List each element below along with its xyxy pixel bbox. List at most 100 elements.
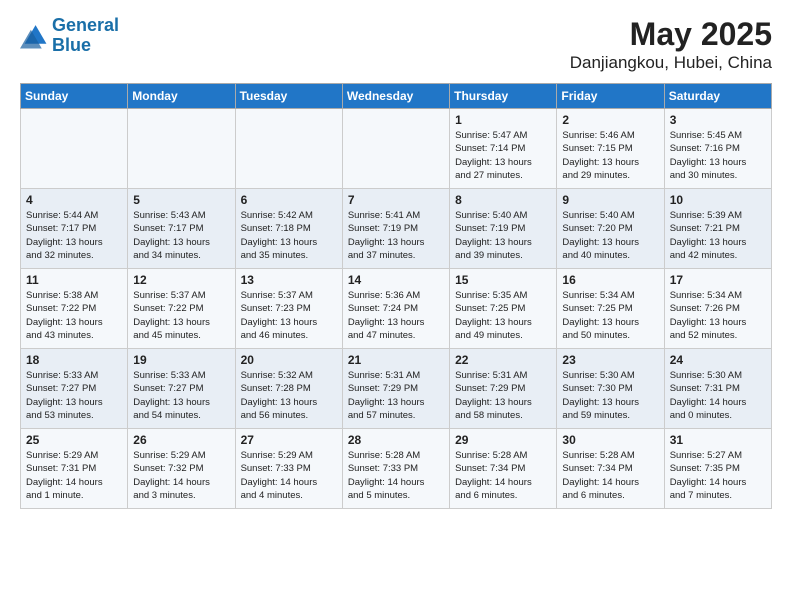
calendar-cell: 10Sunrise: 5:39 AM Sunset: 7:21 PM Dayli…: [664, 189, 771, 269]
calendar-cell: 21Sunrise: 5:31 AM Sunset: 7:29 PM Dayli…: [342, 349, 449, 429]
page: General Blue May 2025 Danjiangkou, Hubei…: [0, 0, 792, 525]
calendar-cell: 20Sunrise: 5:32 AM Sunset: 7:28 PM Dayli…: [235, 349, 342, 429]
day-number: 3: [670, 113, 766, 127]
calendar-cell: [128, 109, 235, 189]
cell-info: Sunrise: 5:44 AM Sunset: 7:17 PM Dayligh…: [26, 209, 122, 262]
day-number: 23: [562, 353, 658, 367]
cell-info: Sunrise: 5:27 AM Sunset: 7:35 PM Dayligh…: [670, 449, 766, 502]
calendar-cell: 15 Sunrise: 5:35 AM Sunset: 7:25 PM Dayli…: [450, 269, 557, 349]
calendar-cell: 1 Sunrise: 5:47 AM Sunset: 7:14 PM Daylig…: [450, 109, 557, 189]
day-number: 12: [133, 273, 229, 287]
weekday-header-saturday: Saturday: [664, 84, 771, 109]
day-number: 1: [455, 113, 551, 127]
day-number: 19: [133, 353, 229, 367]
cell-info: Sunrise: 5:34 AM Sunset: 7:25 PM Dayligh…: [562, 289, 658, 342]
calendar-cell: 27 Sunrise: 5:29 AM Sunset: 7:33 PM Dayli…: [235, 429, 342, 509]
weekday-header-sunday: Sunday: [21, 84, 128, 109]
calendar-cell: 12 Sunrise: 5:37 AM Sunset: 7:22 PM Dayli…: [128, 269, 235, 349]
calendar-cell: 2Sunrise: 5:46 AM Sunset: 7:15 PM Daylig…: [557, 109, 664, 189]
title-block: May 2025 Danjiangkou, Hubei, China: [570, 16, 772, 73]
day-number: 13: [241, 273, 337, 287]
calendar-week-5: 25 Sunrise: 5:29 AM Sunset: 7:31 PM Dayli…: [21, 429, 772, 509]
location-title: Danjiangkou, Hubei, China: [570, 53, 772, 73]
calendar-cell: 18 Sunrise: 5:33 AM Sunset: 7:27 PM Dayli…: [21, 349, 128, 429]
weekday-header-wednesday: Wednesday: [342, 84, 449, 109]
cell-info: Sunrise: 5:29 AM Sunset: 7:32 PM Dayligh…: [133, 449, 229, 502]
cell-info: Sunrise: 5:37 AM Sunset: 7:22 PM Dayligh…: [133, 289, 229, 342]
cell-info: Sunrise: 5:35 AM Sunset: 7:25 PM Dayligh…: [455, 289, 551, 342]
day-number: 31: [670, 433, 766, 447]
calendar-cell: 3Sunrise: 5:45 AM Sunset: 7:16 PM Daylig…: [664, 109, 771, 189]
cell-info: Sunrise: 5:47 AM Sunset: 7:14 PM Dayligh…: [455, 129, 551, 182]
day-number: 26: [133, 433, 229, 447]
day-number: 15: [455, 273, 551, 287]
calendar-cell: 30 Sunrise: 5:28 AM Sunset: 7:34 PM Dayli…: [557, 429, 664, 509]
cell-info: Sunrise: 5:42 AM Sunset: 7:18 PM Dayligh…: [241, 209, 337, 262]
calendar-cell: 6 Sunrise: 5:42 AM Sunset: 7:18 PM Daylig…: [235, 189, 342, 269]
weekday-header-row: SundayMondayTuesdayWednesdayThursdayFrid…: [21, 84, 772, 109]
calendar-cell: 29 Sunrise: 5:28 AM Sunset: 7:34 PM Dayli…: [450, 429, 557, 509]
weekday-header-thursday: Thursday: [450, 84, 557, 109]
calendar-cell: 4 Sunrise: 5:44 AM Sunset: 7:17 PM Daylig…: [21, 189, 128, 269]
calendar-cell: 22Sunrise: 5:31 AM Sunset: 7:29 PM Dayli…: [450, 349, 557, 429]
day-number: 18: [26, 353, 122, 367]
day-number: 10: [670, 193, 766, 207]
cell-info: Sunrise: 5:40 AM Sunset: 7:20 PM Dayligh…: [562, 209, 658, 262]
logo-text: General Blue: [52, 16, 119, 56]
calendar-week-3: 11 Sunrise: 5:38 AM Sunset: 7:22 PM Dayli…: [21, 269, 772, 349]
cell-info: Sunrise: 5:28 AM Sunset: 7:34 PM Dayligh…: [455, 449, 551, 502]
calendar-week-4: 18 Sunrise: 5:33 AM Sunset: 7:27 PM Dayli…: [21, 349, 772, 429]
calendar-table: SundayMondayTuesdayWednesdayThursdayFrid…: [20, 83, 772, 509]
day-number: 4: [26, 193, 122, 207]
cell-info: Sunrise: 5:46 AM Sunset: 7:15 PM Dayligh…: [562, 129, 658, 182]
weekday-header-tuesday: Tuesday: [235, 84, 342, 109]
day-number: 30: [562, 433, 658, 447]
day-number: 9: [562, 193, 658, 207]
day-number: 6: [241, 193, 337, 207]
calendar-cell: [21, 109, 128, 189]
calendar-cell: 19Sunrise: 5:33 AM Sunset: 7:27 PM Dayli…: [128, 349, 235, 429]
cell-info: Sunrise: 5:40 AM Sunset: 7:19 PM Dayligh…: [455, 209, 551, 262]
month-title: May 2025: [570, 16, 772, 53]
calendar-week-1: 1 Sunrise: 5:47 AM Sunset: 7:14 PM Daylig…: [21, 109, 772, 189]
calendar-cell: [342, 109, 449, 189]
calendar-cell: [235, 109, 342, 189]
logo: General Blue: [20, 16, 119, 56]
cell-info: Sunrise: 5:38 AM Sunset: 7:22 PM Dayligh…: [26, 289, 122, 342]
day-number: 22: [455, 353, 551, 367]
cell-info: Sunrise: 5:29 AM Sunset: 7:31 PM Dayligh…: [26, 449, 122, 502]
calendar-cell: 5Sunrise: 5:43 AM Sunset: 7:17 PM Daylig…: [128, 189, 235, 269]
weekday-header-monday: Monday: [128, 84, 235, 109]
cell-info: Sunrise: 5:33 AM Sunset: 7:27 PM Dayligh…: [26, 369, 122, 422]
calendar-week-2: 4 Sunrise: 5:44 AM Sunset: 7:17 PM Daylig…: [21, 189, 772, 269]
weekday-header-friday: Friday: [557, 84, 664, 109]
day-number: 25: [26, 433, 122, 447]
calendar-cell: 13 Sunrise: 5:37 AM Sunset: 7:23 PM Dayli…: [235, 269, 342, 349]
day-number: 11: [26, 273, 122, 287]
cell-info: Sunrise: 5:29 AM Sunset: 7:33 PM Dayligh…: [241, 449, 337, 502]
calendar-cell: 9 Sunrise: 5:40 AM Sunset: 7:20 PM Daylig…: [557, 189, 664, 269]
calendar-cell: 28Sunrise: 5:28 AM Sunset: 7:33 PM Dayli…: [342, 429, 449, 509]
cell-info: Sunrise: 5:28 AM Sunset: 7:34 PM Dayligh…: [562, 449, 658, 502]
calendar-cell: 14Sunrise: 5:36 AM Sunset: 7:24 PM Dayli…: [342, 269, 449, 349]
calendar-cell: 26 Sunrise: 5:29 AM Sunset: 7:32 PM Dayli…: [128, 429, 235, 509]
calendar-cell: 17Sunrise: 5:34 AM Sunset: 7:26 PM Dayli…: [664, 269, 771, 349]
day-number: 29: [455, 433, 551, 447]
day-number: 8: [455, 193, 551, 207]
calendar-cell: 8 Sunrise: 5:40 AM Sunset: 7:19 PM Daylig…: [450, 189, 557, 269]
logo-line2: Blue: [52, 36, 119, 56]
cell-info: Sunrise: 5:31 AM Sunset: 7:29 PM Dayligh…: [348, 369, 444, 422]
cell-info: Sunrise: 5:43 AM Sunset: 7:17 PM Dayligh…: [133, 209, 229, 262]
calendar-cell: 16Sunrise: 5:34 AM Sunset: 7:25 PM Dayli…: [557, 269, 664, 349]
day-number: 27: [241, 433, 337, 447]
cell-info: Sunrise: 5:30 AM Sunset: 7:31 PM Dayligh…: [670, 369, 766, 422]
calendar-cell: 24 Sunrise: 5:30 AM Sunset: 7:31 PM Dayli…: [664, 349, 771, 429]
cell-info: Sunrise: 5:28 AM Sunset: 7:33 PM Dayligh…: [348, 449, 444, 502]
cell-info: Sunrise: 5:37 AM Sunset: 7:23 PM Dayligh…: [241, 289, 337, 342]
calendar-cell: 31 Sunrise: 5:27 AM Sunset: 7:35 PM Dayli…: [664, 429, 771, 509]
cell-info: Sunrise: 5:34 AM Sunset: 7:26 PM Dayligh…: [670, 289, 766, 342]
day-number: 14: [348, 273, 444, 287]
logo-line1: General: [52, 16, 119, 36]
day-number: 7: [348, 193, 444, 207]
day-number: 24: [670, 353, 766, 367]
